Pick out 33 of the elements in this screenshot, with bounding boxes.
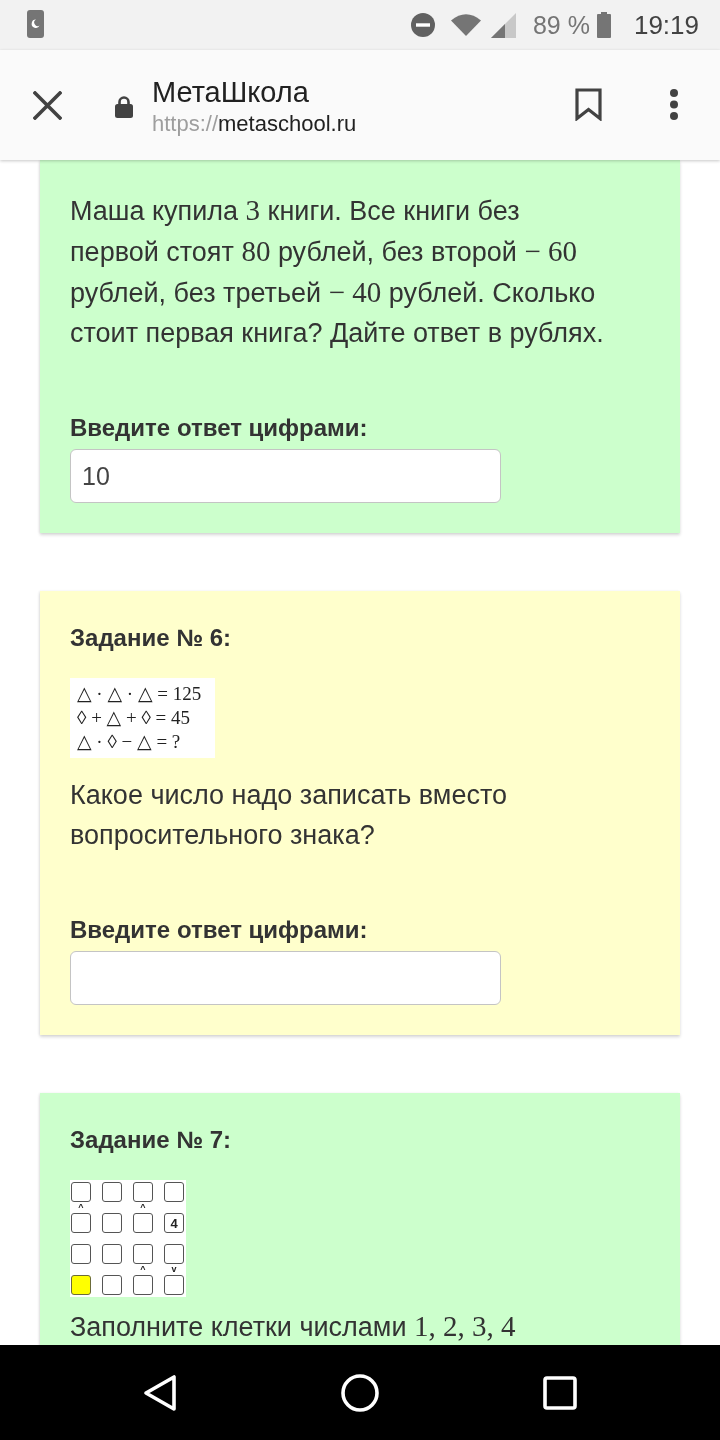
recents-icon[interactable] [543,1375,577,1410]
answer-field[interactable] [70,951,501,1005]
answer-label: Введите ответ цифрами: [70,413,369,443]
back-icon[interactable] [142,1373,178,1412]
inequality-sign: ^ [140,1203,146,1212]
do-not-disturb-icon [410,13,435,37]
formula-line: △ · ◊ − △ = ? [77,730,181,754]
signal-icon [490,12,516,38]
battery-text: 89 % [532,10,590,40]
formula-line: ◊ + △ + ◊ = 45 [77,706,191,730]
wifi-icon [450,14,481,36]
task-title: Задание № 6: [70,623,232,653]
battery-icon [596,12,611,38]
moon-icon [27,10,44,38]
task-text: Какое число надо записать вместо вопросительного знака? [70,779,508,852]
task-text: Заполните клетки числами 1, 2, 3, 4 [70,1311,517,1342]
page-title: МетаШкола [152,75,310,109]
bookmark-icon[interactable] [575,87,602,121]
close-icon[interactable] [33,90,62,120]
answer-field[interactable]: 10 [70,449,501,503]
task-text: Маша купила 3 книги. Все книги без первой стоят 80 рублей, без второй − 60 рублей, без третьей − 40 рублей. Сколько стоит первая книга? Дайте ответ в рублях. [70,193,605,350]
grid-cell: 4 [164,1213,184,1233]
home-icon[interactable] [341,1373,379,1412]
formula-line: △ · △ · △ = 125 [77,682,202,706]
menu-icon[interactable] [668,88,680,120]
answer-label: Введите ответ цифрами: [70,915,369,945]
task-title: Задание № 7: [70,1125,232,1155]
lock-icon [115,94,133,118]
inequality-sign: v [171,1265,177,1274]
inequality-sign: ^ [78,1203,84,1212]
clock-text: 19:19 [633,10,699,40]
inequality-sign: ^ [140,1265,146,1274]
url-text: https://metaschool.ru [152,110,357,138]
